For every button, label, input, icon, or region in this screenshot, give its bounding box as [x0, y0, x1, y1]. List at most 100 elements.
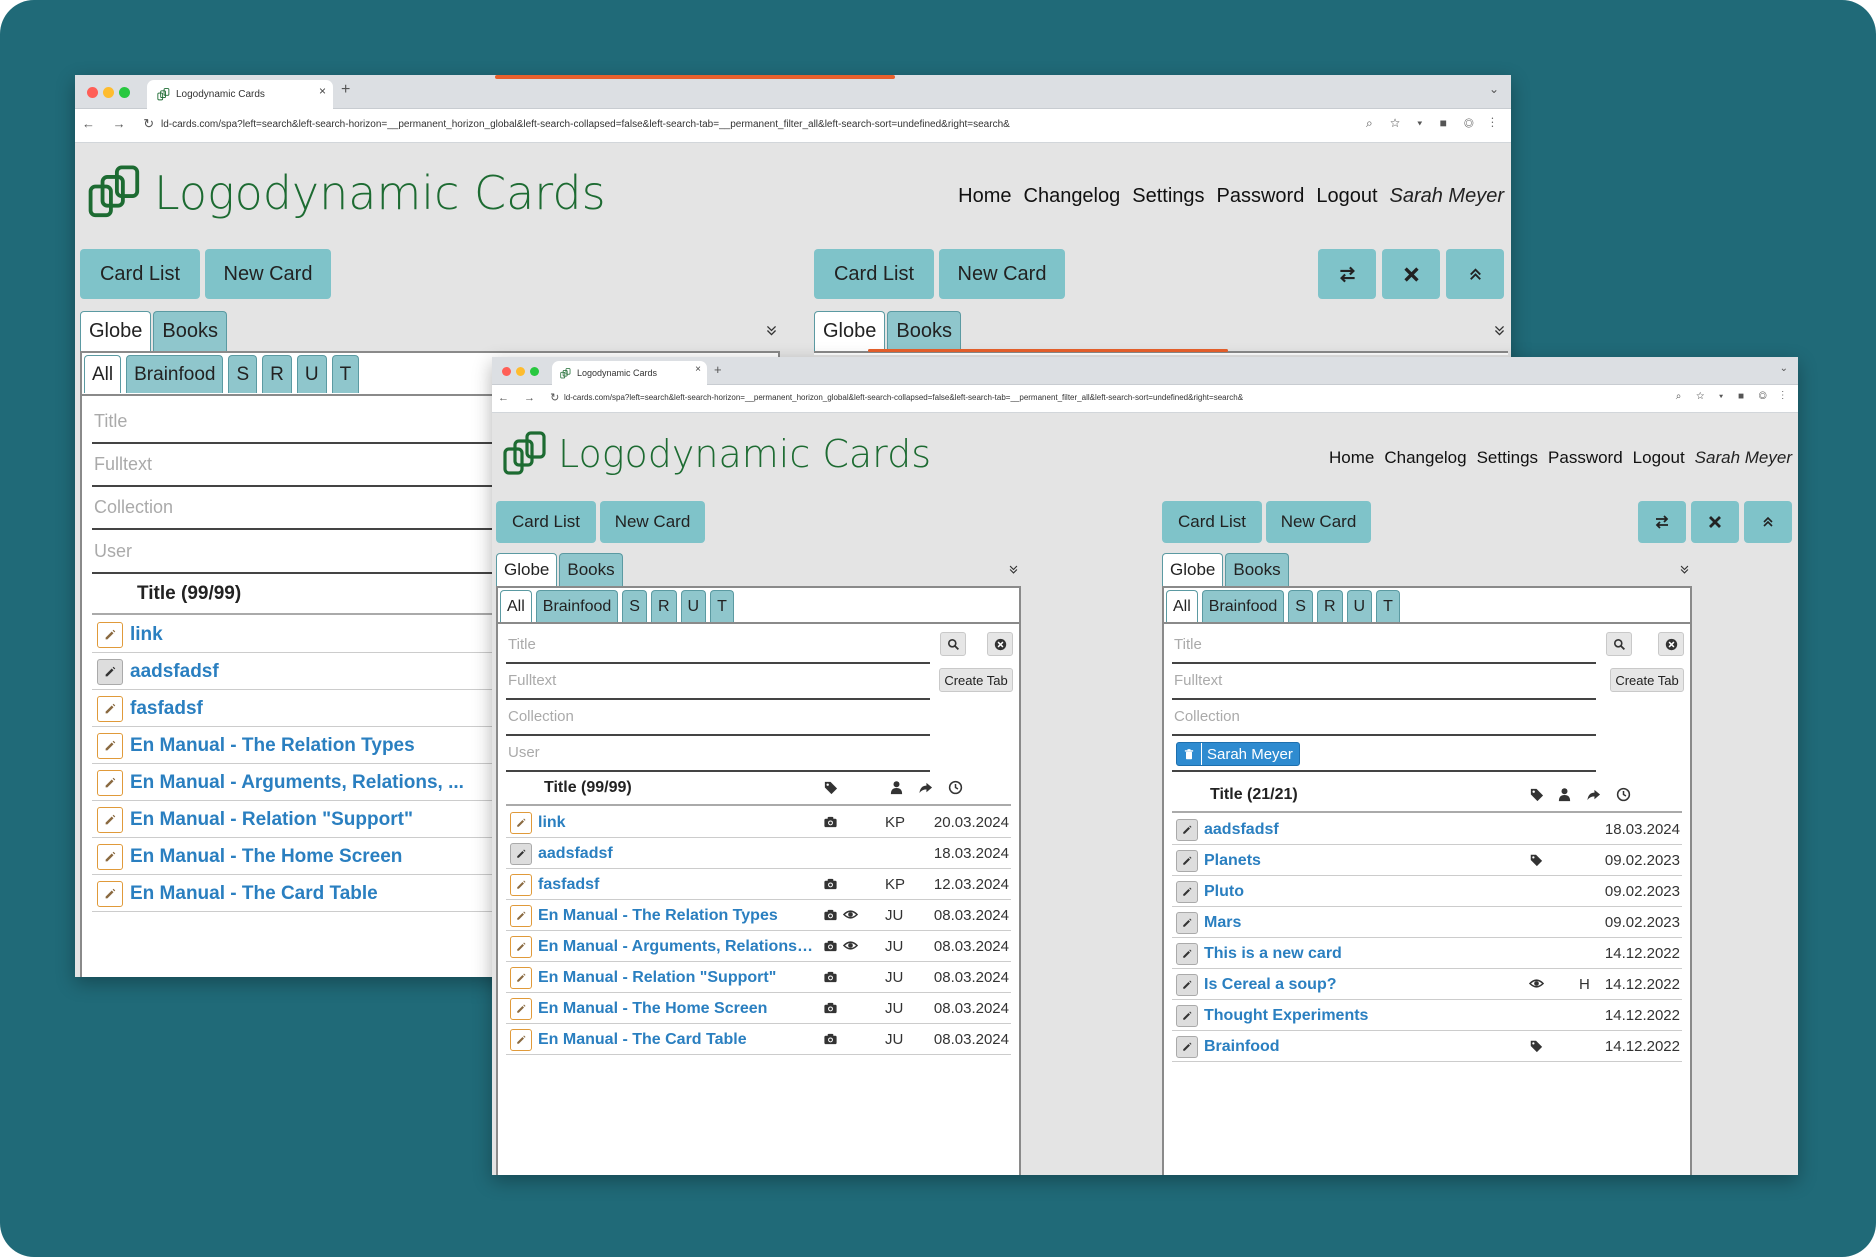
app-logo[interactable]: Logodynamic Cards [502, 431, 931, 477]
horizon-tab-books[interactable]: Books [1225, 553, 1289, 586]
new-tab-icon[interactable]: + [714, 362, 722, 377]
collection-field[interactable]: Collection [1172, 700, 1596, 736]
card-title-link[interactable]: Mars [1204, 914, 1521, 932]
close-dot[interactable] [502, 367, 511, 376]
edit-button[interactable] [510, 936, 532, 958]
nav-settings[interactable]: Settings [1132, 185, 1204, 208]
tab-close-icon[interactable]: × [695, 364, 701, 375]
card-title-link[interactable]: fasfadsf [130, 698, 532, 720]
card-title-link[interactable]: En Manual - Relation "Support" [538, 969, 815, 987]
minimize-dot[interactable] [516, 367, 525, 376]
filter-tab-t[interactable]: T [710, 590, 734, 622]
filter-tab-u[interactable]: U [296, 355, 327, 393]
card-title-link[interactable]: fasfadsf [538, 876, 815, 894]
horizon-tab-books[interactable]: Books [559, 553, 623, 586]
filter-tab-brainfood[interactable]: Brainfood [1201, 590, 1285, 622]
card-title-link[interactable]: En Manual - The Relation Types [130, 735, 532, 757]
card-title-link[interactable]: Pluto [1204, 883, 1521, 901]
filter-tab-brainfood[interactable]: Brainfood [535, 590, 619, 622]
card-list-button-right[interactable]: Card List [1162, 501, 1262, 543]
card-title-link[interactable]: En Manual - The Home Screen [130, 846, 532, 868]
horizon-tab-globe[interactable]: Globe [496, 553, 558, 586]
browser-tab[interactable]: Logodynamic Cards × [552, 361, 707, 385]
edit-button[interactable] [97, 622, 123, 648]
filter-tab-r[interactable]: R [650, 590, 677, 622]
collapse-button[interactable] [1744, 501, 1792, 543]
edit-button[interactable] [1176, 974, 1198, 996]
horizon-tab-globe[interactable]: Globe [814, 311, 886, 351]
filter-tab-all[interactable]: All [1166, 590, 1198, 622]
filter-tab-t[interactable]: T [1376, 590, 1400, 622]
person-icon[interactable] [1557, 787, 1572, 802]
create-tab-button[interactable]: Create Tab [1610, 668, 1684, 692]
edit-button[interactable] [510, 967, 532, 989]
url-field[interactable]: ld-cards.com/spa?left=search&left-search… [161, 119, 1367, 130]
new-card-button-left[interactable]: New Card [205, 249, 331, 299]
filter-tab-r[interactable]: R [262, 355, 292, 393]
card-title-link[interactable]: En Manual - Relation "Support" [130, 809, 532, 831]
user-field[interactable]: Sarah Meyer [1172, 736, 1596, 772]
navigation-icons[interactable]: ← → ↻ [82, 116, 161, 132]
tag-icon[interactable] [823, 780, 838, 795]
navigation-icons[interactable]: ← → ↻ [498, 391, 565, 404]
edit-button[interactable] [97, 770, 123, 796]
nav-password[interactable]: Password [1548, 448, 1623, 468]
zoom-dot[interactable] [119, 87, 130, 98]
card-title-link[interactable]: En Manual - The Card Table [130, 883, 532, 905]
card-list-button-right[interactable]: Card List [814, 249, 934, 299]
person-icon[interactable] [889, 780, 904, 795]
edit-button[interactable] [1176, 1005, 1198, 1027]
clock-icon[interactable] [1616, 787, 1631, 802]
fulltext-field[interactable]: Fulltext [506, 664, 930, 700]
zoom-dot[interactable] [530, 367, 539, 376]
share-icon[interactable] [1586, 787, 1601, 802]
table-row[interactable]: Pluto 09.02.2023 [1172, 876, 1682, 907]
table-row[interactable]: Planets 09.02.2023 [1172, 845, 1682, 876]
card-list-button-left[interactable]: Card List [80, 249, 200, 299]
card-title-link[interactable]: aadsfadsf [130, 661, 532, 683]
new-card-button-right[interactable]: New Card [939, 249, 1065, 299]
table-row[interactable]: En Manual - The Home Screen JU 08.03.2024 [506, 993, 1011, 1024]
edit-button[interactable] [1176, 912, 1198, 934]
card-title-link[interactable]: En Manual - Arguments, Relations, ... [538, 938, 815, 956]
table-row[interactable]: aadsfadsf 18.03.2024 [506, 838, 1011, 869]
filter-tab-r[interactable]: R [1316, 590, 1343, 622]
edit-button[interactable] [97, 659, 123, 685]
table-row[interactable]: Brainfood 14.12.2022 [1172, 1031, 1682, 1062]
create-tab-button[interactable]: Create Tab [939, 668, 1013, 692]
title-column-header[interactable]: Title (99/99) [544, 776, 632, 800]
horizon-tab-books[interactable]: Books [887, 311, 961, 351]
title-field[interactable]: Title [506, 628, 930, 664]
new-card-button-right[interactable]: New Card [1266, 501, 1371, 543]
search-button[interactable] [940, 632, 966, 656]
table-row[interactable]: aadsfadsf 18.03.2024 [1172, 814, 1682, 845]
tab-search-icon[interactable]: ⌄ [1489, 82, 1499, 96]
card-title-link[interactable]: Planets [1204, 852, 1521, 870]
card-title-link[interactable]: Thought Experiments [1204, 1007, 1521, 1025]
close-dot[interactable] [87, 87, 98, 98]
card-title-link[interactable]: Is Cereal a soup? [1204, 976, 1521, 994]
title-column-header[interactable]: Title (99/99) [137, 579, 241, 608]
clear-button[interactable] [987, 632, 1013, 656]
swap-panes-button[interactable] [1318, 249, 1376, 299]
clear-button[interactable] [1658, 632, 1684, 656]
edit-button[interactable] [510, 905, 532, 927]
edit-button[interactable] [1176, 850, 1198, 872]
minimize-dot[interactable] [103, 87, 114, 98]
share-icon[interactable] [918, 780, 933, 795]
horizon-tab-globe[interactable]: Globe [80, 311, 152, 351]
user-filter-chip[interactable]: Sarah Meyer [1176, 742, 1300, 766]
browser-tab[interactable]: Logodynamic Cards × [147, 80, 333, 109]
collection-field[interactable]: Collection [506, 700, 930, 736]
card-title-link[interactable]: En Manual - The Home Screen [538, 1000, 815, 1018]
edit-button[interactable] [1176, 881, 1198, 903]
filter-tab-t[interactable]: T [331, 355, 360, 393]
edit-button[interactable] [97, 733, 123, 759]
chevron-down-icon[interactable] [1493, 324, 1506, 337]
card-title-link[interactable]: Brainfood [1204, 1038, 1521, 1056]
card-list-button-left[interactable]: Card List [496, 501, 596, 543]
horizon-tab-books[interactable]: Books [153, 311, 227, 351]
table-row[interactable]: Is Cereal a soup? H 14.12.2022 [1172, 969, 1682, 1000]
nav-password[interactable]: Password [1217, 185, 1305, 208]
nav-home[interactable]: Home [958, 185, 1011, 208]
